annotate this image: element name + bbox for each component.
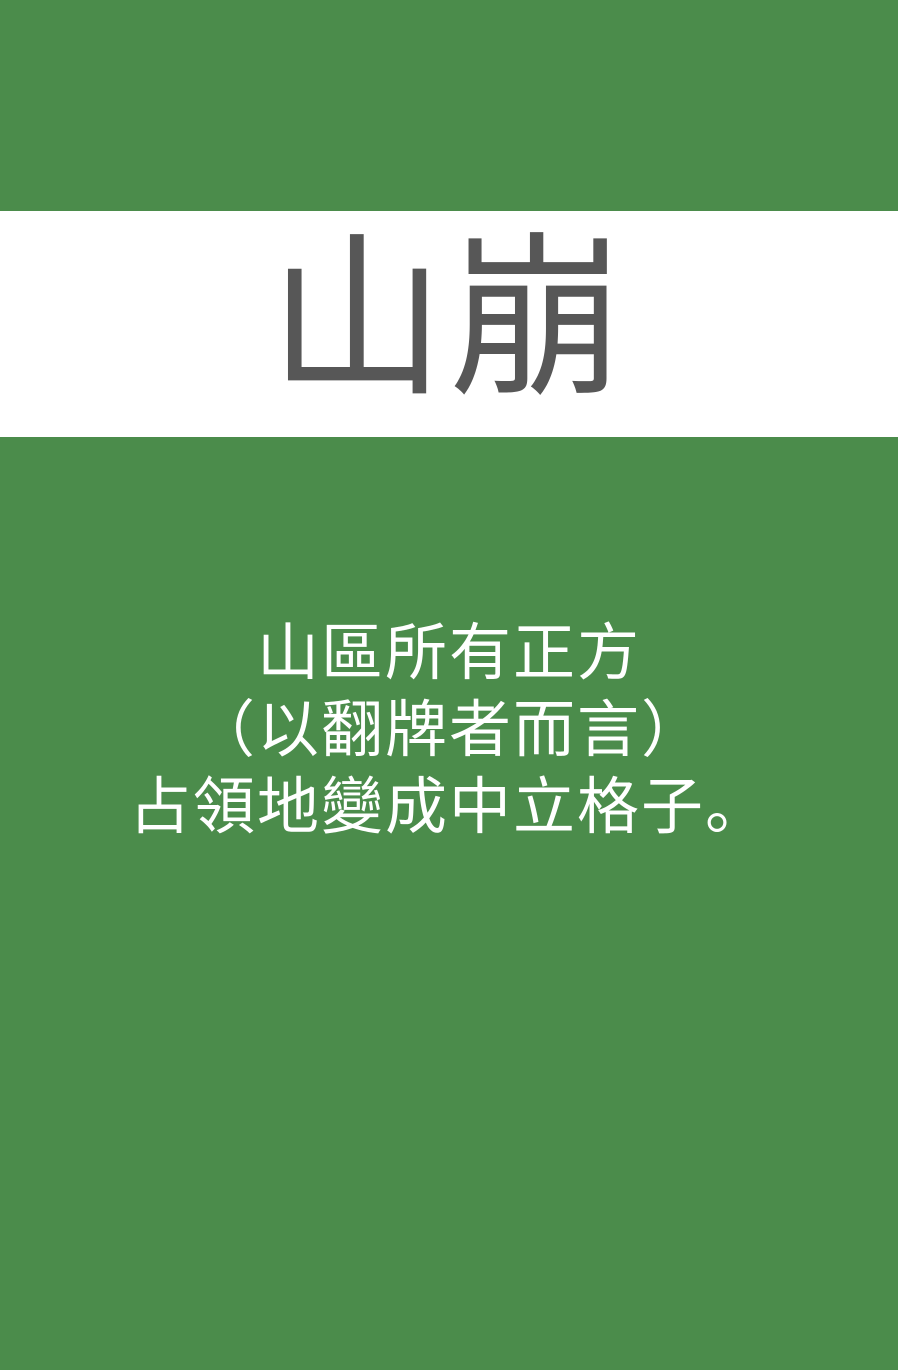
card: 山崩 山區所有正方 （以翻牌者而言） 占領地變成中立格子。 [0,0,898,1370]
description-line-1: 山區所有正方 [256,616,641,689]
title-band: 山崩 [0,211,898,437]
description-line-3: 占領地變成中立格子。 [128,769,769,843]
description-line-2: （以翻牌者而言） [192,692,705,766]
card-description: 山區所有正方 （以翻牌者而言） 占領地變成中立格子。 [0,615,898,846]
card-title: 山崩 [268,217,629,422]
